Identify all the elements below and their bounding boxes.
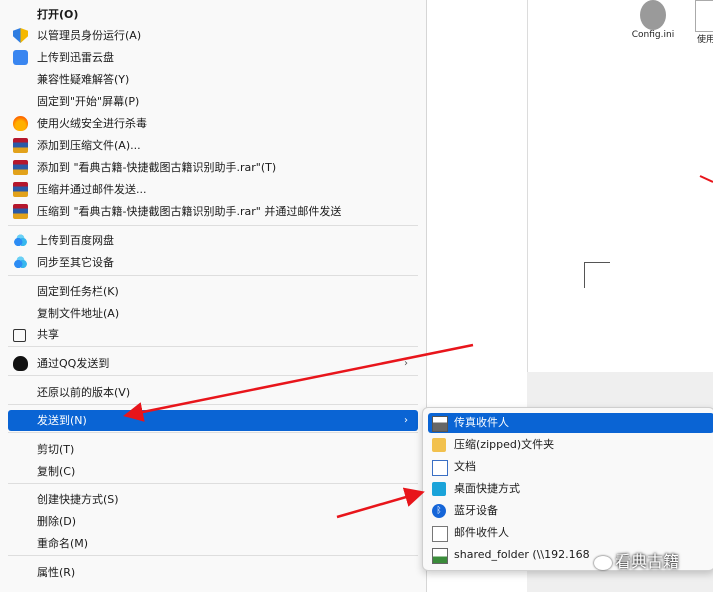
arrow-to-sendto	[123, 343, 474, 422]
annotation-arrows	[123, 175, 713, 519]
arrow-partial	[699, 175, 713, 183]
watermark: 看典古籍	[594, 548, 679, 572]
wechat-icon	[594, 555, 612, 570]
arrow-to-desktop	[336, 487, 425, 519]
